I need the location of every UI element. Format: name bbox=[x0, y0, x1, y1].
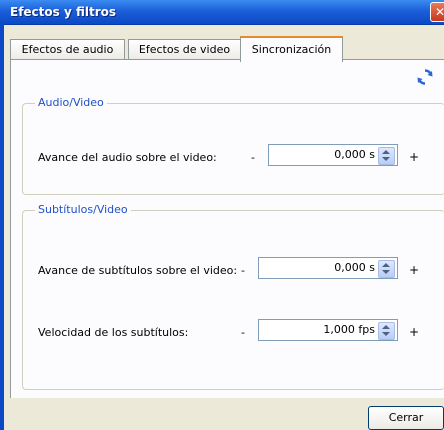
audio-delay-increase[interactable]: + bbox=[409, 150, 419, 164]
title-bar[interactable]: Efectos y filtros ✕ bbox=[0, 0, 444, 25]
refresh-icon[interactable] bbox=[416, 68, 434, 86]
subtitle-delay-label: Avance de subtítulos sobre el video: bbox=[38, 264, 238, 277]
window-frame-left bbox=[0, 24, 4, 430]
audio-delay-label: Avance del audio sobre el video: bbox=[38, 151, 217, 164]
subtitles-video-group: Subtítulos/Video bbox=[22, 203, 444, 390]
subtitles-video-group-title: Subtítulos/Video bbox=[35, 203, 131, 216]
audio-delay-spinbox[interactable]: 0,000 s bbox=[268, 144, 398, 166]
subtitle-delay-spin-arrows[interactable] bbox=[378, 260, 395, 278]
subtitle-speed-spinbox[interactable]: 1,000 fps bbox=[258, 319, 398, 341]
subtitle-speed-decrease[interactable]: - bbox=[241, 326, 245, 339]
tab-synchronization[interactable]: Sincronización bbox=[240, 36, 343, 62]
tab-video-effects[interactable]: Efectos de video bbox=[128, 39, 241, 60]
audio-video-group-title: Audio/Video bbox=[35, 96, 107, 109]
subtitle-delay-increase[interactable]: + bbox=[409, 263, 419, 277]
subtitle-delay-value: 0,000 s bbox=[334, 261, 375, 274]
audio-delay-spin-arrows[interactable] bbox=[378, 147, 395, 165]
subtitle-speed-spin-arrows[interactable] bbox=[378, 322, 395, 340]
subtitle-speed-increase[interactable]: + bbox=[409, 325, 419, 339]
tab-audio-effects[interactable]: Efectos de audio bbox=[10, 39, 125, 60]
audio-delay-decrease[interactable]: - bbox=[251, 151, 255, 164]
close-window-button[interactable]: ✕ bbox=[430, 2, 444, 22]
effects-window: Efectos y filtros ✕ Efectos de audio Efe… bbox=[0, 0, 444, 430]
subtitle-delay-decrease[interactable]: - bbox=[241, 264, 245, 277]
subtitle-speed-label: Velocidad de los subtítulos: bbox=[38, 326, 189, 339]
window-title: Efectos y filtros bbox=[10, 5, 117, 19]
subtitle-speed-value: 1,000 fps bbox=[323, 323, 375, 336]
audio-delay-value: 0,000 s bbox=[334, 148, 375, 161]
close-button[interactable]: Cerrar bbox=[368, 406, 444, 430]
subtitle-delay-spinbox[interactable]: 0,000 s bbox=[258, 257, 398, 279]
